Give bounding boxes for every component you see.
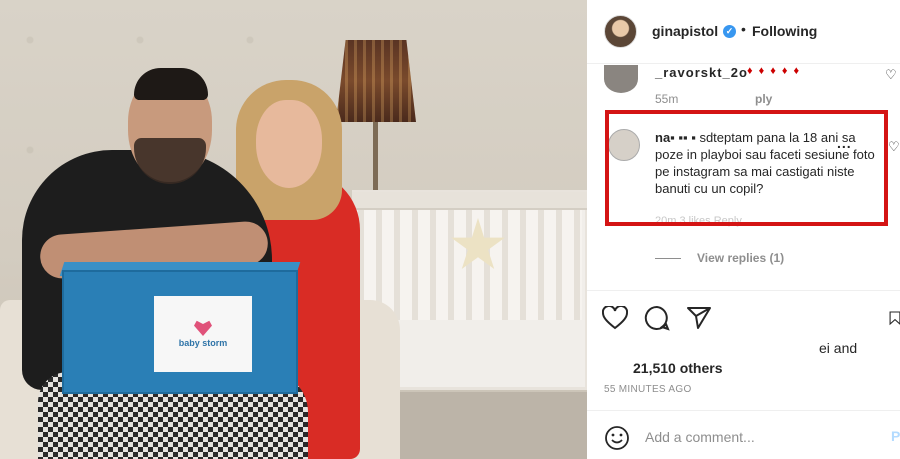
comment-username[interactable]: _ravorskt_2o bbox=[655, 65, 748, 80]
emoji-smiley-icon[interactable] bbox=[604, 425, 630, 451]
comment-bubble-icon[interactable] bbox=[643, 304, 671, 332]
verified-badge-icon: ✓ bbox=[723, 25, 736, 38]
crib-bars bbox=[358, 210, 582, 320]
man-hair bbox=[134, 68, 208, 100]
like-comment-heart-icon[interactable]: ♡ bbox=[885, 67, 897, 83]
comment-emoji: ♦♦♦♦♦ bbox=[747, 65, 806, 77]
action-bar bbox=[587, 290, 900, 344]
add-comment-bar: Po bbox=[587, 410, 900, 459]
post-timestamp[interactable]: 55 MINUTES AGO bbox=[604, 384, 692, 395]
comment-input[interactable] bbox=[645, 426, 865, 448]
highlight-box bbox=[605, 110, 888, 226]
heart-logo-icon bbox=[194, 320, 212, 336]
username[interactable]: ginapistol bbox=[652, 23, 718, 39]
likes-count[interactable]: 21,510 others bbox=[633, 360, 723, 376]
like-heart-icon[interactable] bbox=[601, 304, 629, 332]
post-header: ginapistol ✓ • Following bbox=[587, 0, 900, 64]
likes-partial-text: ei and bbox=[819, 340, 858, 356]
box-brand: baby storm bbox=[178, 338, 228, 348]
lamp bbox=[336, 40, 416, 122]
separator-dot: • bbox=[741, 21, 746, 37]
like-comment-heart-icon[interactable]: ♡ bbox=[888, 139, 900, 155]
woman-face bbox=[256, 100, 322, 188]
share-send-icon[interactable] bbox=[685, 304, 713, 332]
box-label: baby storm bbox=[154, 296, 252, 372]
following-button[interactable]: Following bbox=[752, 23, 817, 39]
post-side-panel: ginapistol ✓ • Following _ravorskt_2o ♦♦… bbox=[587, 0, 900, 459]
lamp-pole bbox=[373, 122, 378, 197]
reply-button[interactable]: ply bbox=[755, 92, 772, 106]
save-bookmark-icon[interactable] bbox=[889, 304, 900, 332]
divider-line bbox=[655, 257, 681, 259]
crib-rail bbox=[352, 192, 587, 210]
view-replies-button[interactable]: View replies (1) bbox=[655, 251, 784, 265]
comment-avatar[interactable] bbox=[604, 65, 638, 93]
avatar[interactable] bbox=[604, 15, 637, 48]
post-button[interactable]: Po bbox=[891, 428, 900, 444]
view-replies-label: View replies (1) bbox=[697, 251, 785, 265]
post-photo[interactable]: baby storm bbox=[0, 0, 587, 459]
comment-time[interactable]: 55m bbox=[655, 92, 678, 106]
